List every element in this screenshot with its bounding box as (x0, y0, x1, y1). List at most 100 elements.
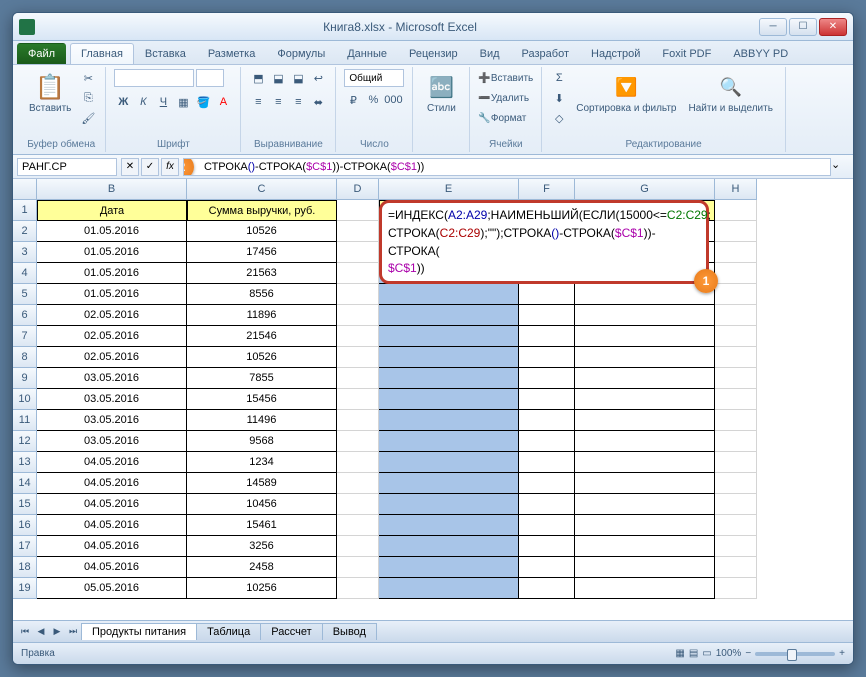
tab-addins[interactable]: Надстрой (580, 43, 651, 64)
cell[interactable] (519, 389, 575, 410)
cell[interactable] (379, 347, 519, 368)
cell-edit-overlay[interactable]: =ИНДЕКС(A2:A29;НАИМЕНЬШИЙ(ЕСЛИ(15000<=C2… (379, 200, 709, 284)
cell[interactable] (337, 263, 379, 284)
cell[interactable] (715, 494, 757, 515)
cell[interactable] (337, 578, 379, 599)
cell[interactable]: 04.05.2016 (37, 452, 187, 473)
cell[interactable] (337, 452, 379, 473)
align-bot[interactable]: ⬓ (289, 69, 307, 87)
cell[interactable] (519, 347, 575, 368)
italic-button[interactable]: К (134, 93, 152, 111)
cell[interactable] (337, 431, 379, 452)
cell[interactable]: 10256 (187, 578, 337, 599)
cell[interactable] (715, 515, 757, 536)
cell[interactable] (715, 263, 757, 284)
cell[interactable] (379, 368, 519, 389)
cell[interactable]: Сумма выручки, руб. (187, 200, 337, 221)
cell[interactable] (715, 578, 757, 599)
cell[interactable] (715, 410, 757, 431)
cell[interactable] (519, 431, 575, 452)
cell[interactable]: 02.05.2016 (37, 305, 187, 326)
cell[interactable] (575, 536, 715, 557)
cell[interactable] (379, 536, 519, 557)
cell[interactable]: 01.05.2016 (37, 263, 187, 284)
cell[interactable] (379, 578, 519, 599)
view-normal-icon[interactable]: ▦ (675, 648, 684, 659)
cell[interactable] (715, 452, 757, 473)
sort-filter-button[interactable]: 🔽Сортировка и фильтр (572, 69, 680, 116)
row-header[interactable]: 11 (13, 410, 37, 431)
cell[interactable]: 04.05.2016 (37, 494, 187, 515)
cell[interactable] (519, 284, 575, 305)
cell[interactable] (337, 389, 379, 410)
format-painter-button[interactable]: 🖌 (79, 109, 97, 127)
cell[interactable] (715, 347, 757, 368)
cell[interactable] (379, 389, 519, 410)
row-header[interactable]: 1 (13, 200, 37, 221)
cell[interactable] (337, 536, 379, 557)
cell[interactable] (379, 515, 519, 536)
cell[interactable] (715, 473, 757, 494)
cell[interactable]: 15456 (187, 389, 337, 410)
cell[interactable] (519, 515, 575, 536)
cell[interactable]: 10526 (187, 221, 337, 242)
cell[interactable] (715, 200, 757, 221)
row-header[interactable]: 13 (13, 452, 37, 473)
zoom-level[interactable]: 100% (716, 648, 742, 659)
cell[interactable]: 04.05.2016 (37, 536, 187, 557)
cell[interactable] (715, 221, 757, 242)
cell[interactable]: 01.05.2016 (37, 284, 187, 305)
tab-insert[interactable]: Вставка (134, 43, 197, 64)
sheet-nav-last[interactable]: ⏭ (65, 624, 81, 640)
column-header[interactable]: B (37, 179, 187, 200)
tab-view[interactable]: Вид (469, 43, 511, 64)
sheet-nav-first[interactable]: ⏮ (17, 624, 33, 640)
row-header[interactable]: 17 (13, 536, 37, 557)
cell[interactable] (519, 326, 575, 347)
row-header[interactable]: 16 (13, 515, 37, 536)
cell[interactable]: 02.05.2016 (37, 326, 187, 347)
cell[interactable] (575, 389, 715, 410)
sheet-tab[interactable]: Таблица (196, 623, 261, 640)
cell[interactable] (337, 494, 379, 515)
row-header[interactable]: 15 (13, 494, 37, 515)
cell[interactable] (575, 368, 715, 389)
cell[interactable]: 21563 (187, 263, 337, 284)
cell[interactable]: 10526 (187, 347, 337, 368)
cut-button[interactable]: ✂ (79, 69, 97, 87)
delete-cells-button[interactable]: ➖ Удалить (478, 89, 529, 107)
column-header[interactable]: D (337, 179, 379, 200)
cell[interactable] (379, 410, 519, 431)
percent-button[interactable]: % (364, 91, 382, 109)
row-header[interactable]: 8 (13, 347, 37, 368)
cell[interactable] (337, 242, 379, 263)
cell[interactable] (715, 368, 757, 389)
cell[interactable] (337, 326, 379, 347)
align-mid[interactable]: ⬓ (269, 69, 287, 87)
close-button[interactable]: ✕ (819, 18, 847, 36)
cell[interactable]: 03.05.2016 (37, 368, 187, 389)
cell[interactable] (337, 347, 379, 368)
column-header[interactable]: F (519, 179, 575, 200)
cell[interactable] (715, 431, 757, 452)
sheet-nav-prev[interactable]: ◀ (33, 624, 49, 640)
cell[interactable]: 04.05.2016 (37, 473, 187, 494)
tab-data[interactable]: Данные (336, 43, 398, 64)
cell[interactable] (337, 221, 379, 242)
cell[interactable] (379, 557, 519, 578)
format-cells-button[interactable]: 🔧 Формат (478, 109, 526, 127)
cell[interactable] (519, 452, 575, 473)
font-color-button[interactable]: A (214, 93, 232, 111)
tab-dev[interactable]: Разработ (511, 43, 580, 64)
cell[interactable] (575, 410, 715, 431)
number-format[interactable]: Общий (344, 69, 404, 87)
sheet-tab[interactable]: Рассчет (260, 623, 323, 640)
cell[interactable] (379, 284, 519, 305)
styles-button[interactable]: 🔤Стили (421, 69, 461, 116)
cell[interactable] (337, 410, 379, 431)
cell[interactable] (519, 368, 575, 389)
cancel-formula-button[interactable]: ✕ (121, 158, 139, 176)
autosum-button[interactable]: Σ (550, 69, 568, 87)
cell[interactable]: 11496 (187, 410, 337, 431)
row-header[interactable]: 19 (13, 578, 37, 599)
